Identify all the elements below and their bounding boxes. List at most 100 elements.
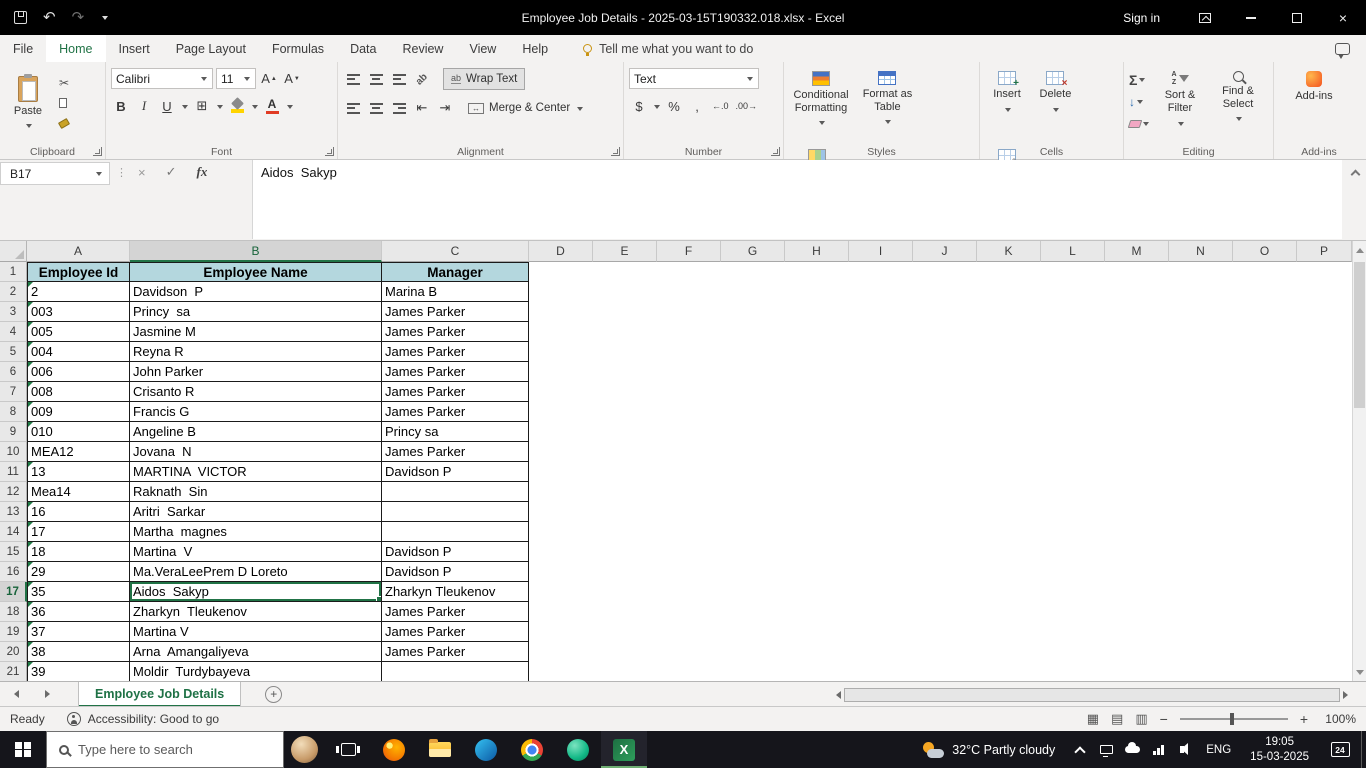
clear-button[interactable]	[1127, 114, 1150, 133]
cell-C9[interactable]: Princy sa	[382, 422, 529, 442]
delete-cells-button[interactable]: × Delete	[1033, 66, 1077, 144]
copy-icon[interactable]	[59, 95, 73, 110]
tab-home[interactable]: Home	[46, 35, 106, 62]
font-color-icon[interactable]: A	[262, 96, 282, 116]
tray-volume[interactable]	[1171, 731, 1197, 768]
taskbar-app[interactable]	[555, 731, 601, 768]
row-header-2[interactable]: 2	[0, 282, 27, 302]
cell-B7[interactable]: Crisanto R	[130, 382, 382, 402]
sign-in-button[interactable]: Sign in	[1101, 11, 1182, 25]
row-header-13[interactable]: 13	[0, 502, 27, 522]
column-header-E[interactable]: E	[593, 241, 657, 262]
align-center-icon[interactable]	[366, 98, 386, 118]
row-header-4[interactable]: 4	[0, 322, 27, 342]
formula-bar-splitter[interactable]: ⋮	[116, 166, 127, 179]
taskbar-chrome[interactable]	[509, 731, 555, 768]
ribbon-display-options-icon[interactable]	[1182, 0, 1228, 35]
row-header-18[interactable]: 18	[0, 602, 27, 622]
wrap-text-button[interactable]: ab Wrap Text	[443, 68, 526, 90]
decrease-decimal-icon[interactable]: .00→	[734, 96, 760, 116]
redo-icon[interactable]: ↷	[72, 10, 85, 25]
increase-font-size-button[interactable]: A ▲	[259, 69, 279, 89]
tab-page-layout[interactable]: Page Layout	[163, 35, 259, 62]
autosum-button[interactable]: Σ	[1129, 70, 1150, 89]
bottom-align-icon[interactable]	[389, 69, 409, 89]
cell-A15[interactable]: 18	[27, 542, 130, 562]
cell-C21[interactable]	[382, 662, 529, 681]
cell-A14[interactable]: 17	[27, 522, 130, 542]
weather-widget[interactable]: 32°C Partly cloudy	[910, 731, 1067, 768]
cell-A18[interactable]: 36	[27, 602, 130, 622]
align-right-icon[interactable]	[389, 98, 409, 118]
row-header-7[interactable]: 7	[0, 382, 27, 402]
accessibility-status[interactable]: Accessibility: Good to go	[61, 707, 225, 731]
cell-C19[interactable]: James Parker	[382, 622, 529, 642]
column-header-M[interactable]: M	[1105, 241, 1169, 262]
clipboard-dialog-launcher-icon[interactable]	[93, 147, 102, 156]
vertical-scroll-thumb[interactable]	[1354, 262, 1365, 408]
paste-button[interactable]: Paste	[5, 66, 51, 140]
cell-B6[interactable]: John Parker	[130, 362, 382, 382]
cell-C4[interactable]: James Parker	[382, 322, 529, 342]
row-header-15[interactable]: 15	[0, 542, 27, 562]
tray-overflow-button[interactable]	[1067, 731, 1093, 768]
font-size-select[interactable]: 11	[216, 68, 256, 89]
taskbar-edge[interactable]	[463, 731, 509, 768]
cell-A5[interactable]: 004	[27, 342, 130, 362]
undo-icon[interactable]: ↶	[43, 10, 56, 25]
scroll-left-icon[interactable]	[836, 690, 841, 699]
underline-button[interactable]: U	[157, 96, 177, 116]
row-header-5[interactable]: 5	[0, 342, 27, 362]
column-header-H[interactable]: H	[785, 241, 849, 262]
column-header-L[interactable]: L	[1041, 241, 1105, 262]
cell-C5[interactable]: James Parker	[382, 342, 529, 362]
number-dialog-launcher-icon[interactable]	[771, 147, 780, 156]
tab-help[interactable]: Help	[509, 35, 561, 62]
cell-C11[interactable]: Davidson P	[382, 462, 529, 482]
cell-C2[interactable]: Marina B	[382, 282, 529, 302]
column-header-C[interactable]: C	[382, 241, 529, 262]
zoom-slider[interactable]	[1179, 713, 1288, 725]
scroll-up-icon[interactable]	[1353, 243, 1366, 257]
row-header-16[interactable]: 16	[0, 562, 27, 582]
cell-A7[interactable]: 008	[27, 382, 130, 402]
comments-icon[interactable]	[1335, 42, 1350, 59]
cell-C10[interactable]: James Parker	[382, 442, 529, 462]
save-icon[interactable]	[14, 11, 27, 24]
row-header-11[interactable]: 11	[0, 462, 27, 482]
cell-C3[interactable]: James Parker	[382, 302, 529, 322]
taskbar-excel[interactable]: X	[601, 731, 647, 768]
row-header-1[interactable]: 1	[0, 262, 27, 282]
row-header-20[interactable]: 20	[0, 642, 27, 662]
font-dialog-launcher-icon[interactable]	[325, 147, 334, 156]
cell-A8[interactable]: 009	[27, 402, 130, 422]
cell-A9[interactable]: 010	[27, 422, 130, 442]
name-box[interactable]: B17	[0, 162, 110, 185]
column-header-O[interactable]: O	[1233, 241, 1297, 262]
task-view-button[interactable]	[325, 731, 371, 768]
row-header-6[interactable]: 6	[0, 362, 27, 382]
column-header-I[interactable]: I	[849, 241, 913, 262]
page-break-view-icon[interactable]: ▥	[1135, 711, 1147, 727]
orientation-icon[interactable]: ab	[412, 69, 432, 89]
row-header-3[interactable]: 3	[0, 302, 27, 322]
cancel-icon[interactable]: ×	[138, 165, 146, 180]
cell-C18[interactable]: James Parker	[382, 602, 529, 622]
cell-A13[interactable]: 16	[27, 502, 130, 522]
zoom-out-icon[interactable]: −	[1160, 711, 1168, 727]
cell-C16[interactable]: Davidson P	[382, 562, 529, 582]
maximize-button[interactable]	[1274, 0, 1320, 35]
add-ins-button[interactable]: Add-ins	[1279, 66, 1349, 144]
tab-data[interactable]: Data	[337, 35, 389, 62]
fill-button[interactable]: ↓	[1129, 92, 1150, 111]
format-as-table-button[interactable]: Format as Table	[857, 66, 917, 144]
column-header-P[interactable]: P	[1297, 241, 1352, 262]
tab-formulas[interactable]: Formulas	[259, 35, 337, 62]
cell-B9[interactable]: Angeline B	[130, 422, 382, 442]
action-center-button[interactable]: 24	[1319, 731, 1361, 768]
increase-indent-icon[interactable]: ⇥	[435, 98, 455, 118]
cell-A6[interactable]: 006	[27, 362, 130, 382]
cell-A16[interactable]: 29	[27, 562, 130, 582]
row-header-17[interactable]: 17	[0, 582, 27, 602]
cell-B20[interactable]: Arna Amangaliyeva	[130, 642, 382, 662]
